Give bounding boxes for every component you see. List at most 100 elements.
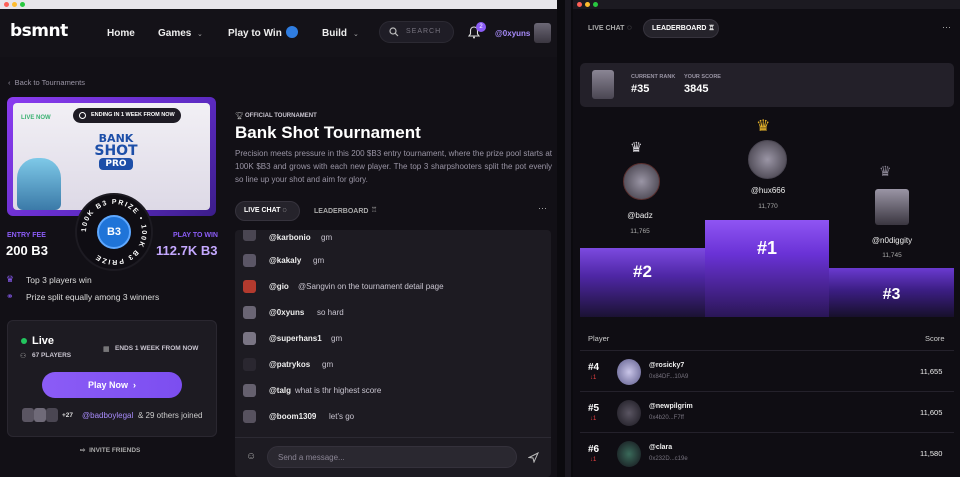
nav-games[interactable]: Games (158, 28, 191, 39)
bsmnt-logo[interactable]: bsmnt (10, 21, 68, 41)
bank-shot-pro-logo: BANK SHOT PRO (83, 133, 149, 170)
winner-avatar (748, 140, 787, 179)
podium-1-user[interactable]: @hux666 (723, 186, 813, 195)
invite-label: INVITE FRIENDS (89, 447, 141, 454)
entry-fee-label: ENTRY FEE (7, 232, 46, 239)
search-input[interactable]: SEARCH (379, 21, 454, 43)
rank-change: ↓1 (590, 375, 597, 381)
play-now-button[interactable]: Play Now › (42, 372, 182, 398)
top-navbar: bsmnt Home Games ⌄ Play to Win Build ⌄ S… (0, 9, 557, 57)
tournament-window: bsmnt Home Games ⌄ Play to Win Build ⌄ S… (0, 0, 557, 477)
podium-third-block: #3 (829, 268, 954, 317)
emoji-icon[interactable]: ☺ (246, 451, 256, 462)
chat-username[interactable]: @patrykos (269, 360, 310, 369)
chat-username[interactable]: @boom1309 (269, 412, 316, 421)
tab-leaderboard[interactable]: LEADERBOARD ♖ (643, 19, 719, 38)
chat-username[interactable]: @gio (269, 282, 289, 291)
chat-avatar (243, 384, 256, 397)
chevron-down-icon: ⌄ (197, 31, 203, 38)
chat-avatar (243, 332, 256, 345)
tab-leaderboard[interactable]: LEADERBOARD (314, 208, 368, 215)
chat-username[interactable]: @talg (269, 386, 291, 395)
chat-text: gm (313, 256, 325, 265)
invite-friends-button[interactable]: ⇨ INVITE FRIENDS (80, 446, 140, 454)
tournament-description: Precision meets pressure in this 200 $B3… (235, 149, 552, 184)
joined-user-link[interactable]: @badboylegal (82, 411, 133, 420)
row-user[interactable]: @newpilgrim (649, 403, 693, 410)
row-avatar (617, 359, 641, 385)
nav-build[interactable]: Build (322, 28, 347, 39)
maximize-window-button[interactable] (593, 2, 598, 7)
second-avatar (623, 163, 660, 200)
joined-rest: & 29 others joined (138, 411, 203, 420)
notification-count-badge: 2 (476, 22, 486, 32)
row-address: 0x4b20...F7ff (649, 415, 684, 421)
status-live: Live (32, 335, 55, 347)
row-user[interactable]: @clara (649, 444, 672, 451)
joined-count: +27 (62, 412, 74, 419)
players-icon: ⚇ (20, 353, 27, 360)
nav-play-to-win[interactable]: Play to Win (228, 28, 282, 39)
chat-text: so hard (317, 308, 344, 317)
trophy-icon: ♖ (371, 207, 378, 214)
tab-live-chat[interactable]: LIVE CHAT ◌ (235, 201, 300, 221)
leaderboard-window: LIVE CHAT ◌ LEADERBOARD ♖ ⋯ CURRENT RANK… (573, 0, 960, 477)
chat-username[interactable]: @karbonio (269, 233, 311, 242)
divider (580, 350, 954, 351)
podium-2-place: #2 (633, 262, 652, 281)
live-now-label: LIVE NOW (21, 115, 51, 121)
chat-username[interactable]: @superhans1 (269, 334, 322, 343)
chevron-down-icon: ⌄ (353, 31, 359, 38)
more-options-icon[interactable]: ⋯ (538, 203, 547, 214)
clock-icon (79, 112, 86, 119)
message-input[interactable]: Send a message... (267, 446, 517, 468)
more-options-icon[interactable]: ⋯ (942, 22, 951, 33)
back-to-tournaments-link[interactable]: ‹ Back to Tournaments (8, 78, 85, 87)
table-row[interactable]: #4 ↓1 @rosicky7 0x84DF...10A9 11,655 (580, 352, 954, 392)
cat-mascot-icon (17, 158, 61, 210)
podium-3-user[interactable]: @n0diggity (847, 236, 937, 245)
chat-username[interactable]: @0xyuns (269, 308, 304, 317)
joined-avatar (22, 408, 34, 422)
play-to-win-value: 112.7K B3 (156, 243, 218, 258)
current-rank-value: #35 (631, 83, 650, 95)
chat-avatar (243, 230, 256, 241)
table-row[interactable]: #6 ↓1 @clara 0x232D...c19e 11,580 (580, 434, 954, 474)
logo-word-3: PRO (99, 158, 133, 170)
close-window-button[interactable] (4, 2, 9, 7)
row-score: 11,580 (920, 449, 943, 458)
minimize-window-button[interactable] (12, 2, 17, 7)
chat-text: let's go (329, 412, 355, 421)
maximize-window-button[interactable] (20, 2, 25, 7)
avatar[interactable] (534, 23, 551, 43)
chevron-left-icon: ‹ (8, 78, 11, 87)
chat-avatar (243, 254, 256, 267)
tab-live-chat[interactable]: LIVE CHAT (588, 25, 624, 32)
tab-live-chat-label: LIVE CHAT (244, 207, 281, 214)
my-rank-card: CURRENT RANK #35 YOUR SCORE 3845 (580, 63, 954, 107)
podium-2-score: 11,765 (630, 228, 650, 235)
table-row[interactable]: #5 ↓1 @newpilgrim 0x4b20...F7ff 11,605 (580, 393, 954, 433)
row-user[interactable]: @rosicky7 (649, 362, 684, 369)
nav-home[interactable]: Home (107, 28, 135, 39)
row-avatar (617, 400, 641, 426)
username-link[interactable]: @0xyuns (495, 29, 530, 38)
chevron-right-icon: › (133, 380, 137, 390)
minimize-window-button[interactable] (585, 2, 590, 7)
chat-username[interactable]: @kakaly (269, 256, 301, 265)
podium-2-user[interactable]: @badz (595, 211, 685, 220)
trophy-icon: 🏆︎ (235, 113, 244, 120)
row-address: 0x232D...c19e (649, 456, 688, 462)
perk-split: Prize split equally among 3 winners (26, 292, 160, 302)
podium-1-score: 11,770 (758, 203, 778, 210)
chat-bubble-icon: ◌ (627, 23, 632, 32)
crown-icon: ♛ (6, 274, 15, 284)
scrollbar[interactable] (565, 0, 571, 477)
row-address: 0x84DF...10A9 (649, 374, 689, 380)
send-icon[interactable] (528, 452, 539, 463)
avatar (592, 70, 614, 99)
joined-avatar (46, 408, 58, 422)
calendar-icon: ▦ (103, 346, 110, 353)
close-window-button[interactable] (577, 2, 582, 7)
ends-text: ENDS 1 WEEK FROM NOW (115, 345, 199, 352)
